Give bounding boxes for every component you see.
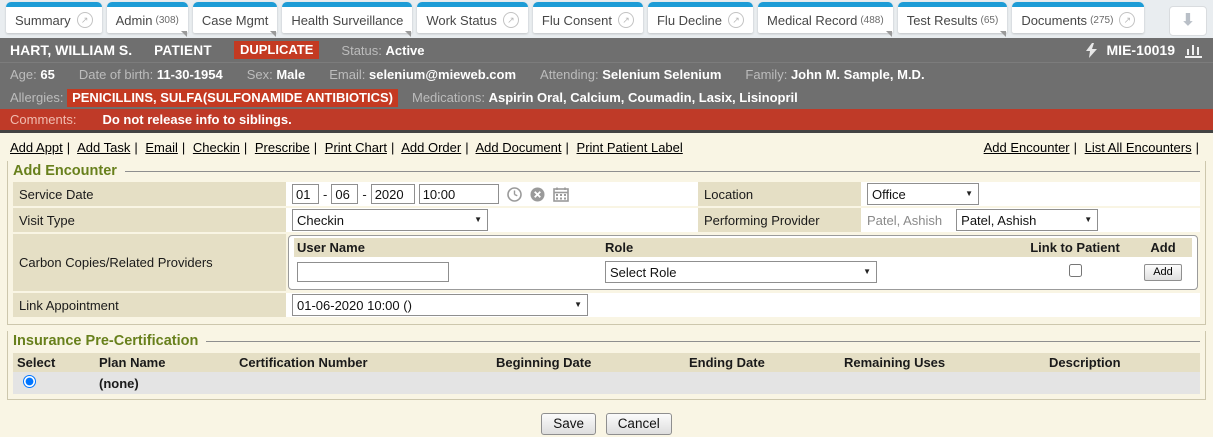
family-provider: John M. Sample, M.D.	[791, 67, 925, 82]
col-beginning-date: Beginning Date	[492, 353, 685, 372]
allergies-value[interactable]: PENICILLINS, SULFA(SULFONAMIDE ANTIBIOTI…	[67, 89, 398, 107]
location-select[interactable]: Office	[867, 183, 979, 205]
col-ending-date: Ending Date	[685, 353, 840, 372]
link-add-encounter[interactable]: Add Encounter	[984, 140, 1070, 155]
link-add-order[interactable]: Add Order	[401, 140, 461, 155]
service-time-input[interactable]	[419, 184, 499, 204]
col-description: Description	[1045, 353, 1200, 372]
tab-health-surveillance[interactable]: Health Surveillance	[282, 2, 412, 33]
action-links-left: Add Appt| Add Task| Email| Checkin| Pres…	[10, 140, 683, 155]
popout-icon[interactable]: ↗	[728, 12, 744, 28]
clear-date-icon[interactable]	[530, 187, 545, 202]
tab-case-mgmt[interactable]: Case Mgmt	[193, 2, 277, 33]
role-header: Role	[602, 238, 1016, 257]
tab-work-status[interactable]: Work Status ↗	[417, 2, 528, 33]
add-encounter-section: Add Encounter Service Date - - Location …	[7, 161, 1206, 325]
col-certification-number: Certification Number	[235, 353, 492, 372]
insurance-precert-table: Select Plan Name Certification Number Be…	[13, 353, 1200, 394]
link-to-patient-checkbox[interactable]	[1069, 264, 1082, 277]
user-name-input[interactable]	[297, 262, 449, 282]
medications-value: Aspirin Oral, Calcium, Coumadin, Lasix, …	[489, 90, 798, 105]
status-label: Status:	[341, 43, 381, 58]
insurance-precert-title: Insurance Pre-Certification	[13, 331, 1200, 352]
popout-icon[interactable]: ↗	[503, 12, 519, 28]
visit-type-label: Visit Type	[13, 208, 286, 232]
carbon-copies-label: Carbon Copies/Related Providers	[13, 234, 286, 291]
form-footer: Save Cancel	[0, 413, 1213, 435]
tab-flu-consent[interactable]: Flu Consent ↗	[533, 2, 643, 33]
precert-none-radio[interactable]	[23, 375, 36, 388]
user-name-header: User Name	[294, 238, 602, 257]
insurance-precert-section: Insurance Pre-Certification Select Plan …	[7, 331, 1206, 400]
role-select[interactable]: Select Role	[605, 261, 877, 283]
tab-flu-decline[interactable]: Flu Decline ↗	[648, 2, 753, 33]
performing-provider-label: Performing Provider	[698, 208, 861, 232]
link-checkin[interactable]: Checkin	[193, 140, 240, 155]
tab-medical-record[interactable]: Medical Record (488)	[758, 2, 893, 33]
comments-bar: Comments: Do not release info to sibling…	[0, 109, 1213, 133]
action-links-right: Add Encounter| List All Encounters|	[984, 140, 1203, 155]
calendar-icon[interactable]	[553, 187, 569, 202]
add-carbon-copy-button[interactable]: Add	[1144, 264, 1182, 281]
lightning-icon[interactable]	[1086, 43, 1097, 58]
chart-tab-bar: Summary ↗ Admin (308) Case Mgmt Health S…	[0, 0, 1213, 38]
link-print-chart[interactable]: Print Chart	[325, 140, 387, 155]
tab-summary[interactable]: Summary ↗	[6, 2, 102, 33]
patient-type-label: PATIENT	[154, 43, 212, 58]
popout-icon[interactable]: ↗	[618, 12, 634, 28]
add-encounter-title: Add Encounter	[13, 161, 1200, 182]
service-date-day-input[interactable]	[331, 184, 358, 204]
link-add-task[interactable]: Add Task	[77, 140, 130, 155]
location-label: Location	[698, 182, 861, 206]
link-to-patient-header: Link to Patient	[1016, 238, 1134, 257]
popout-icon[interactable]: ↗	[1119, 12, 1135, 28]
patient-header: HART, WILLIAM S. PATIENT DUPLICATE Statu…	[0, 38, 1213, 109]
link-appointment-select[interactable]: 01-06-2020 10:00 ()	[292, 294, 588, 316]
plan-name-value: (none)	[95, 372, 235, 394]
service-date-year-input[interactable]	[371, 184, 415, 204]
col-select: Select	[13, 353, 95, 372]
link-add-document[interactable]: Add Document	[476, 140, 562, 155]
patient-sex: Male	[276, 67, 305, 82]
link-print-patient-label[interactable]: Print Patient Label	[577, 140, 683, 155]
status-value: Active	[386, 43, 425, 58]
add-header: Add	[1134, 238, 1192, 257]
link-prescribe[interactable]: Prescribe	[255, 140, 310, 155]
patient-name: HART, WILLIAM S.	[10, 42, 132, 58]
table-row: (none)	[13, 372, 1200, 394]
popout-icon[interactable]: ↗	[77, 12, 93, 28]
tab-test-results[interactable]: Test Results (65)	[898, 2, 1008, 33]
service-date-label: Service Date	[13, 182, 286, 206]
tab-overflow-button[interactable]: ⬇	[1169, 6, 1207, 36]
duplicate-badge[interactable]: DUPLICATE	[234, 41, 319, 59]
performing-provider-select[interactable]: Patel, Ashish	[956, 209, 1098, 231]
down-arrow-icon: ⬇	[1181, 12, 1194, 29]
comments-text: Do not release info to siblings.	[102, 112, 291, 127]
attending-provider: Selenium Selenium	[602, 67, 721, 82]
comments-label: Comments:	[10, 112, 76, 127]
patient-demographics: Age: 65 Date of birth: 11-30-1954 Sex: M…	[0, 63, 1213, 86]
link-appointment-label: Link Appointment	[13, 293, 286, 317]
tab-documents[interactable]: Documents (275) ↗	[1012, 2, 1144, 33]
link-add-appt[interactable]: Add Appt	[10, 140, 63, 155]
link-email[interactable]: Email	[145, 140, 178, 155]
link-list-all-encounters[interactable]: List All Encounters	[1085, 140, 1192, 155]
patient-alerts: Allergies: PENICILLINS, SULFA(SULFONAMID…	[0, 86, 1213, 109]
col-remaining-uses: Remaining Uses	[840, 353, 1045, 372]
service-date-month-input[interactable]	[292, 184, 319, 204]
col-plan-name: Plan Name	[95, 353, 235, 372]
cancel-button[interactable]: Cancel	[606, 413, 672, 435]
patient-dob: 11-30-1954	[157, 67, 223, 82]
chart-stats-icon[interactable]	[1185, 42, 1203, 58]
action-links-row: Add Appt| Add Task| Email| Checkin| Pres…	[0, 133, 1213, 161]
performing-provider-current: Patel, Ashish	[867, 213, 942, 228]
visit-type-select[interactable]: Checkin	[292, 209, 488, 231]
patient-age: 65	[40, 67, 54, 82]
save-button[interactable]: Save	[541, 413, 596, 435]
carbon-copies-box: User Name Role Link to Patient Add Selec…	[288, 235, 1198, 290]
chart-id: MIE-10019	[1107, 42, 1175, 58]
tab-admin[interactable]: Admin (308)	[107, 2, 188, 33]
patient-email: selenium@mieweb.com	[369, 67, 516, 82]
clock-icon[interactable]	[507, 187, 522, 202]
